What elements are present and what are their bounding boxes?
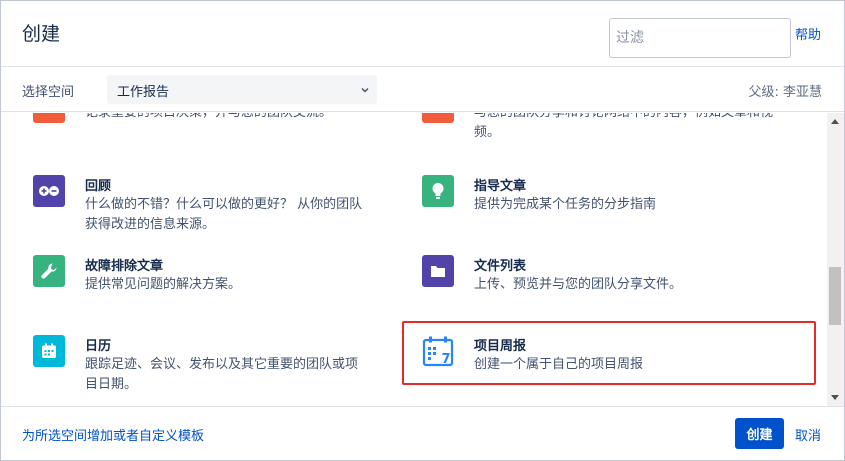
template-share[interactable]: 与您的团队分享和讨论网络中的内容，例如文章和视频。 <box>422 113 812 173</box>
plus-minus-icon <box>33 175 65 207</box>
template-retrospective[interactable]: 回顾 什么做的不错？什么可以做的更好？ 从你的团队获得改进的信息来源。 <box>33 175 423 245</box>
template-calendar[interactable]: 日历 跟踪足迹、会议、发布以及其它重要的团队或项目日期。 <box>33 335 423 405</box>
space-selector-row: 选择空间 工作报告 父级: 李亚慧 <box>1 68 844 112</box>
template-desc: 与您的团队分享和讨论网络中的内容，例如文章和视频。 <box>474 113 773 140</box>
filter-input[interactable] <box>609 18 791 58</box>
dialog-header: 创建 帮助 <box>1 1 844 67</box>
template-title: 文件列表 <box>474 259 527 274</box>
template-title: 日历 <box>85 339 112 354</box>
lightbulb-icon <box>422 175 454 207</box>
create-button[interactable]: 创建 <box>735 418 784 449</box>
add-custom-template-link[interactable]: 为所选空间增加或者自定义模板 <box>22 425 204 444</box>
space-label: 选择空间 <box>22 85 75 100</box>
template-desc: 上传、预览并与您的团队分享文件。 <box>474 277 683 292</box>
wrench-icon <box>33 255 65 287</box>
template-desc: 提供为完成某个任务的分步指南 <box>474 197 657 212</box>
dialog-footer: 为所选空间增加或者自定义模板 创建 取消 <box>1 406 844 461</box>
scroll-down-arrow-icon[interactable] <box>831 395 839 400</box>
template-list-scrollbar[interactable] <box>827 113 844 406</box>
template-desc: 什么做的不错？什么可以做的更好？ 从你的团队获得改进的信息来源。 <box>85 197 363 232</box>
template-desc: 记录重要的项目决策，并与您的团队交流。 <box>85 113 365 123</box>
template-how-to[interactable]: 指导文章 提供为完成某个任务的分步指南 <box>422 175 812 245</box>
template-title: 回顾 <box>85 179 112 194</box>
selected-template-highlight <box>402 321 816 385</box>
cancel-link[interactable]: 取消 <box>795 425 821 444</box>
calendar-icon <box>33 335 65 367</box>
parent-page: 父级: 李亚慧 <box>748 85 822 100</box>
space-select[interactable]: 工作报告 <box>107 75 377 104</box>
template-title: 故障排除文章 <box>85 259 164 274</box>
template-decision[interactable]: 记录重要的项目决策，并与您的团队交流。 <box>33 113 423 173</box>
space-select-value: 工作报告 <box>117 85 170 100</box>
chevron-down-icon <box>361 87 369 93</box>
folder-icon <box>422 255 454 287</box>
template-list: 记录重要的项目决策，并与您的团队交流。 与您的团队分享和讨论网络中的内容，例如文… <box>1 113 827 406</box>
create-dialog: 创建 帮助 选择空间 工作报告 父级: 李亚慧 记录重要的项目决策，并与您的团队… <box>0 0 845 461</box>
scrollbar-thumb[interactable] <box>829 267 841 325</box>
scroll-up-arrow-icon[interactable] <box>831 119 839 124</box>
plus-icon <box>33 113 65 123</box>
template-desc: 跟踪足迹、会议、发布以及其它重要的团队或项目日期。 <box>85 357 359 392</box>
dialog-title: 创建 <box>22 23 61 45</box>
template-title: 指导文章 <box>474 179 527 194</box>
help-link[interactable]: 帮助 <box>795 24 821 43</box>
template-file-list[interactable]: 文件列表 上传、预览并与您的团队分享文件。 <box>422 255 812 325</box>
template-troubleshooting[interactable]: 故障排除文章 提供常见问题的解决方案。 <box>33 255 423 325</box>
share-icon <box>422 113 454 123</box>
template-desc: 提供常见问题的解决方案。 <box>85 277 242 292</box>
